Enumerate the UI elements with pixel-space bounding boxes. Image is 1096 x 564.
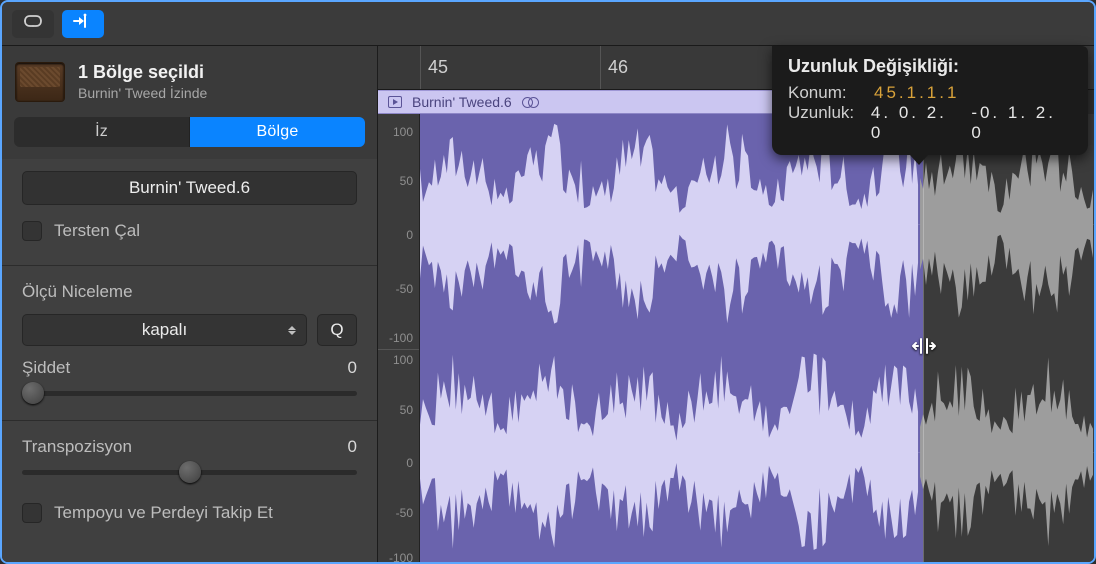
ruler-tick-label: 46 xyxy=(608,57,628,78)
reverse-label: Tersten Çal xyxy=(54,221,140,241)
waveform-tracks[interactable] xyxy=(420,114,1094,562)
audio-editor: 45 46 47 Burnin' Tweed.6 100 50 xyxy=(378,46,1094,562)
scale-label: 100 xyxy=(393,353,413,367)
catch-playhead-button[interactable] xyxy=(62,10,104,38)
loop-button[interactable] xyxy=(12,10,54,38)
scale-label: -50 xyxy=(396,506,413,520)
scale-label: 100 xyxy=(393,125,413,139)
region-inspector: Burnin' Tweed.6 Tersten Çal Ölçü Nicelem… xyxy=(2,159,377,562)
quantize-label: Ölçü Niceleme xyxy=(22,282,357,302)
transpose-value: 0 xyxy=(348,437,357,457)
divider xyxy=(2,420,377,421)
tab-track[interactable]: İz xyxy=(14,117,190,147)
scale-label: -100 xyxy=(389,551,413,564)
stereo-icon xyxy=(522,97,539,108)
scale-label: 50 xyxy=(400,174,413,188)
follow-tempo-label: Tempoyu ve Perdeyi Takip Et xyxy=(54,503,273,523)
divider xyxy=(2,265,377,266)
wave-area: 100 50 0 -50 -100 100 50 0 -50 -100 xyxy=(378,114,1094,562)
tab-region[interactable]: Bölge xyxy=(190,117,365,147)
quantize-value: kapalı xyxy=(142,320,187,340)
selection-subtitle: Burnin' Tweed İzinde xyxy=(78,85,207,101)
tooltip-position-key: Konum: xyxy=(788,83,866,103)
follow-tempo-checkbox[interactable] xyxy=(22,503,42,523)
tooltip-length-key: Uzunluk: xyxy=(788,103,863,123)
transpose-slider[interactable] xyxy=(22,461,357,483)
loop-icon xyxy=(22,14,44,33)
inspector-panel: 1 Bölge seçildi Burnin' Tweed İzinde İz … xyxy=(2,46,378,562)
tooltip-position-value: 45.1.1.1 xyxy=(874,83,959,103)
region-edge-line xyxy=(923,114,924,562)
inspector-tabs: İz Bölge xyxy=(2,111,377,159)
catch-playhead-icon xyxy=(72,13,94,34)
region-header-name: Burnin' Tweed.6 xyxy=(412,94,512,110)
quantize-popup[interactable]: kapalı xyxy=(22,314,307,346)
strength-slider[interactable] xyxy=(22,382,357,404)
region-name-field[interactable]: Burnin' Tweed.6 xyxy=(22,171,357,205)
tooltip-title: Uzunluk Değişikliği: xyxy=(788,56,1072,77)
strength-value: 0 xyxy=(348,358,357,378)
reverse-checkbox[interactable] xyxy=(22,221,42,241)
amplitude-scale: 100 50 0 -50 -100 100 50 0 -50 -100 xyxy=(378,114,420,562)
quantize-apply-button[interactable]: Q xyxy=(317,314,357,346)
scale-label: 0 xyxy=(406,228,413,242)
strength-label: Şiddet xyxy=(22,358,70,378)
transpose-label: Transpozisyon xyxy=(22,437,132,457)
length-change-tooltip: Uzunluk Değişikliği: Konum: 45.1.1.1 Uzu… xyxy=(772,46,1088,155)
selection-title: 1 Bölge seçildi xyxy=(78,62,207,83)
scale-label: 0 xyxy=(406,456,413,470)
scale-label: 50 xyxy=(400,403,413,417)
track-thumb-icon xyxy=(16,63,64,101)
tooltip-length-value: 4. 0. 2. 0 xyxy=(871,103,963,143)
play-icon xyxy=(388,96,402,108)
scale-label: -100 xyxy=(389,331,413,345)
body: 1 Bölge seçildi Burnin' Tweed İzinde İz … xyxy=(2,46,1094,562)
waveform-right xyxy=(420,342,1094,562)
tooltip-delta-value: -0. 1. 2. 0 xyxy=(971,103,1072,143)
chevron-updown-icon xyxy=(288,326,296,335)
top-toolbar xyxy=(2,2,1094,46)
ruler-tick-label: 45 xyxy=(428,57,448,78)
app-window: 1 Bölge seçildi Burnin' Tweed İzinde İz … xyxy=(0,0,1096,564)
inspector-header: 1 Bölge seçildi Burnin' Tweed İzinde xyxy=(2,46,377,111)
scale-label: -50 xyxy=(396,282,413,296)
